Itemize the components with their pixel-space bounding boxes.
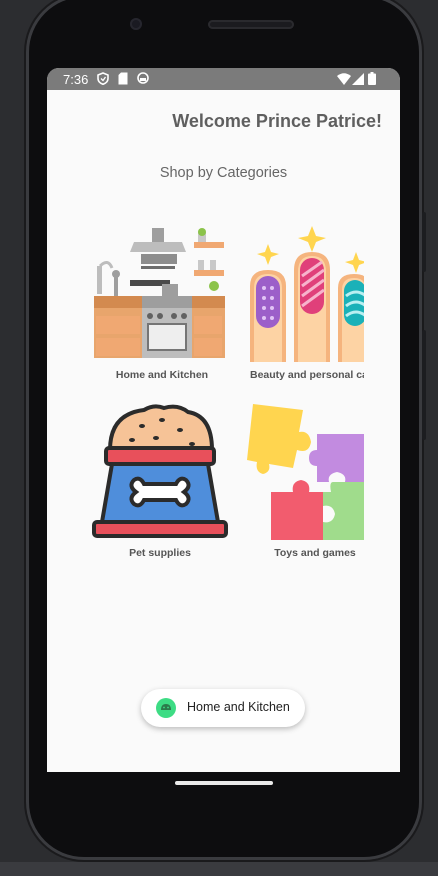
category-tile-toys-games[interactable]: Toys and games bbox=[247, 404, 364, 564]
bottom-strip bbox=[0, 862, 438, 876]
home-gesture-bar[interactable] bbox=[175, 781, 273, 785]
front-camera bbox=[130, 18, 142, 30]
category-tile-pet-supplies[interactable]: Pet supplies bbox=[92, 404, 242, 564]
category-label: Pet supplies bbox=[129, 547, 191, 559]
power-button[interactable] bbox=[422, 330, 426, 440]
volume-button[interactable] bbox=[422, 212, 426, 272]
pet-food-icon bbox=[92, 404, 228, 538]
puzzle-icon bbox=[247, 404, 364, 540]
category-label: Beauty and personal care bbox=[250, 369, 364, 381]
category-label: Toys and games bbox=[274, 547, 356, 559]
nail-polish-icon bbox=[250, 226, 364, 362]
toast-text: Home and Kitchen bbox=[187, 700, 290, 714]
category-tile-beauty[interactable]: Beauty and personal care bbox=[250, 226, 364, 386]
earpiece-speaker bbox=[208, 20, 294, 29]
kitchen-icon bbox=[94, 228, 225, 358]
category-grid: Home and Kitchen Beauty and personal c P… bbox=[47, 68, 364, 772]
android-icon bbox=[156, 698, 176, 718]
battery-icon bbox=[368, 72, 376, 85]
toast-message: Home and Kitchen bbox=[141, 689, 305, 727]
category-label: Home and Kitchen bbox=[115, 369, 209, 381]
app-screen: 7:36 Welcome Prince Patrice! Shop by Cat… bbox=[47, 68, 400, 772]
category-tile-home-kitchen[interactable]: Home and Kitchen bbox=[94, 226, 244, 386]
